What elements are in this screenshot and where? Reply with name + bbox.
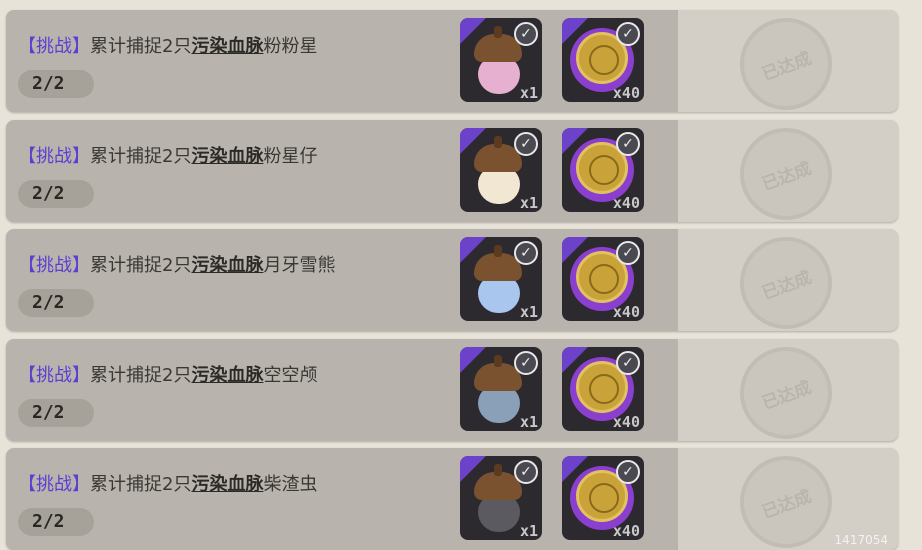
task-target: 空空颅 — [263, 365, 318, 386]
task-target: 粉星仔 — [263, 146, 318, 167]
checkmark-icon: ✓ — [514, 132, 538, 156]
reward-slot-acorn[interactable]: ✓ x1 — [460, 128, 542, 212]
task-keyword: 污染血脉 — [191, 255, 264, 276]
reward-slot-acorn[interactable]: ✓ x1 — [460, 237, 542, 321]
task-prefix: 累计捕捉2只 — [90, 36, 192, 57]
reward-corner — [460, 18, 486, 44]
reward-slot-acorn[interactable]: ✓ x1 — [460, 18, 542, 102]
reward-slot-coin[interactable]: ✓ x40 — [562, 456, 644, 540]
reward-slot-coin[interactable]: ✓ x40 — [562, 128, 644, 212]
checkmark-icon: ✓ — [616, 351, 640, 375]
task-tag: 【挑战】 — [18, 474, 90, 495]
completed-stamp-icon: 已达成 — [740, 237, 832, 329]
checkmark-icon: ✓ — [514, 22, 538, 46]
reward-slot-coin[interactable]: ✓ x40 — [562, 237, 644, 321]
reward-corner — [562, 18, 588, 44]
task-row[interactable]: 【挑战】累计捕捉2只污染血脉月牙雪熊 2/2 ✓ x1 ✓ x40 已达成 — [6, 229, 898, 331]
reward-slot-acorn[interactable]: ✓ x1 — [460, 347, 542, 431]
checkmark-icon: ✓ — [616, 460, 640, 484]
reward-slot-acorn[interactable]: ✓ x1 — [460, 456, 542, 540]
task-target: 月牙雪熊 — [263, 255, 336, 276]
acorn-stem-shape — [494, 355, 502, 367]
reward-corner — [460, 456, 486, 482]
completed-stamp-icon: 已达成 — [740, 347, 832, 439]
task-progress: 2/2 — [18, 399, 94, 427]
completed-stamp-icon: 已达成 — [740, 128, 832, 220]
reward-corner — [460, 347, 486, 373]
checkmark-icon: ✓ — [514, 241, 538, 265]
task-target: 粉粉星 — [263, 36, 318, 57]
checkmark-icon: ✓ — [616, 22, 640, 46]
reward-corner — [460, 128, 486, 154]
stamp-text: 已达成 — [759, 48, 815, 85]
reward-count: x1 — [519, 84, 538, 102]
checkmark-icon: ✓ — [616, 132, 640, 156]
task-progress: 2/2 — [18, 70, 94, 98]
task-keyword: 污染血脉 — [191, 365, 264, 386]
reward-corner — [460, 237, 486, 263]
reward-corner — [562, 347, 588, 373]
task-keyword: 污染血脉 — [191, 36, 264, 57]
task-progress: 2/2 — [18, 508, 94, 536]
stamp-text: 已达成 — [759, 158, 815, 195]
reward-count: x1 — [519, 522, 538, 540]
reward-corner — [562, 128, 588, 154]
task-tag: 【挑战】 — [18, 36, 90, 57]
checkmark-icon: ✓ — [514, 351, 538, 375]
task-prefix: 累计捕捉2只 — [90, 255, 192, 276]
task-progress: 2/2 — [18, 180, 94, 208]
reward-count: x40 — [612, 84, 640, 102]
stamp-area: 已达成 — [678, 120, 898, 222]
acorn-stem-shape — [494, 136, 502, 148]
checkmark-icon: ✓ — [616, 241, 640, 265]
task-title: 【挑战】累计捕捉2只污染血脉空空颅 — [18, 361, 317, 387]
completed-stamp-icon: 已达成 — [740, 18, 832, 110]
reward-corner — [562, 456, 588, 482]
task-row[interactable]: 【挑战】累计捕捉2只污染血脉粉粉星 2/2 ✓ x1 ✓ x40 已达成 — [6, 10, 898, 112]
reward-count: x40 — [612, 413, 640, 431]
reward-count: x1 — [519, 194, 538, 212]
acorn-stem-shape — [494, 464, 502, 476]
task-keyword: 污染血脉 — [191, 146, 264, 167]
task-title: 【挑战】累计捕捉2只污染血脉柴渣虫 — [18, 470, 317, 496]
task-row[interactable]: 【挑战】累计捕捉2只污染血脉粉星仔 2/2 ✓ x1 ✓ x40 已达成 — [6, 120, 898, 222]
task-prefix: 累计捕捉2只 — [90, 146, 192, 167]
reward-count: x40 — [612, 303, 640, 321]
reward-count: x1 — [519, 303, 538, 321]
reward-count: x40 — [612, 194, 640, 212]
stamp-area: 已达成 — [678, 339, 898, 441]
task-row[interactable]: 【挑战】累计捕捉2只污染血脉柴渣虫 2/2 ✓ x1 ✓ x40 已达成 — [6, 448, 898, 550]
stamp-area: 已达成 — [678, 229, 898, 331]
task-prefix: 累计捕捉2只 — [90, 474, 192, 495]
reward-slot-coin[interactable]: ✓ x40 — [562, 347, 644, 431]
acorn-stem-shape — [494, 245, 502, 257]
stamp-text: 已达成 — [759, 267, 815, 304]
reward-count: x1 — [519, 413, 538, 431]
task-row[interactable]: 【挑战】累计捕捉2只污染血脉空空颅 2/2 ✓ x1 ✓ x40 已达成 — [6, 339, 898, 441]
reward-corner — [562, 237, 588, 263]
completed-stamp-icon: 已达成 — [740, 456, 832, 548]
task-progress: 2/2 — [18, 289, 94, 317]
stamp-text: 已达成 — [759, 377, 815, 414]
task-prefix: 累计捕捉2只 — [90, 365, 192, 386]
task-target: 柴渣虫 — [263, 474, 318, 495]
task-tag: 【挑战】 — [18, 365, 90, 386]
watermark-id: 1417054 — [834, 533, 888, 547]
checkmark-icon: ✓ — [514, 460, 538, 484]
task-title: 【挑战】累计捕捉2只污染血脉粉粉星 — [18, 32, 317, 58]
reward-slot-coin[interactable]: ✓ x40 — [562, 18, 644, 102]
task-keyword: 污染血脉 — [191, 474, 264, 495]
stamp-text: 已达成 — [759, 486, 815, 523]
task-title: 【挑战】累计捕捉2只污染血脉粉星仔 — [18, 142, 317, 168]
stamp-area: 已达成 — [678, 10, 898, 112]
reward-count: x40 — [612, 522, 640, 540]
task-tag: 【挑战】 — [18, 255, 90, 276]
task-title: 【挑战】累计捕捉2只污染血脉月牙雪熊 — [18, 251, 335, 277]
acorn-stem-shape — [494, 26, 502, 38]
task-tag: 【挑战】 — [18, 146, 90, 167]
